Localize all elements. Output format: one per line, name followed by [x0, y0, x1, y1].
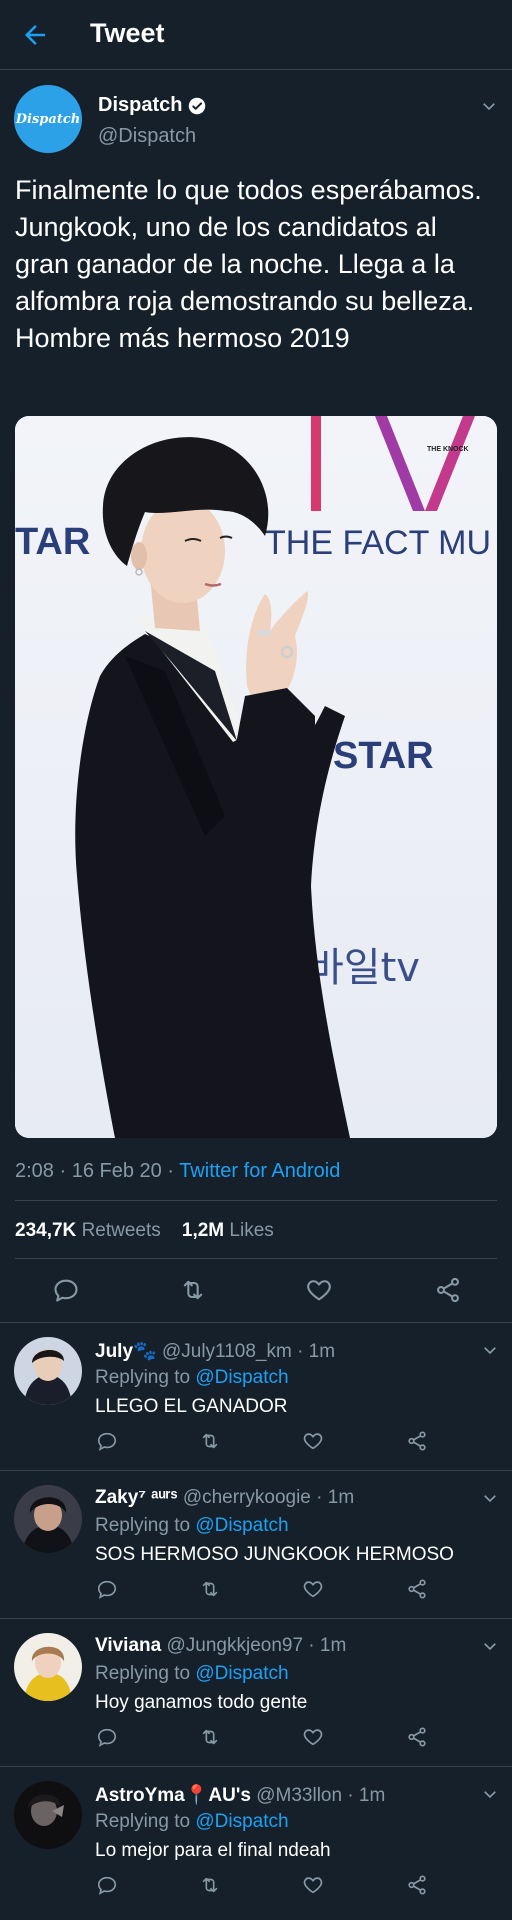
- like-icon[interactable]: [305, 1276, 333, 1304]
- reply-actions: [0, 1430, 512, 1460]
- like-icon[interactable]: [302, 1726, 324, 1748]
- reply-text: Hoy ganamos todo gente: [95, 1692, 308, 1713]
- author-name-text: Dispatch: [98, 94, 183, 116]
- share-icon[interactable]: [406, 1874, 428, 1896]
- like-icon[interactable]: [302, 1874, 324, 1896]
- reply-avatar[interactable]: [14, 1781, 82, 1849]
- reply-author-handle: @M33llon · 1m: [256, 1785, 386, 1806]
- reply-tweet[interactable]: AstroYma📍AU's @M33llon · 1m Replying to …: [0, 1766, 512, 1914]
- likes-count[interactable]: 1,2M: [182, 1220, 224, 1241]
- reply-tweet[interactable]: July🐾 @July1108_km · 1m Replying to @Dis…: [0, 1322, 512, 1470]
- author-avatar[interactable]: Dispatch: [14, 85, 82, 153]
- replying-to-label: Replying to: [95, 1663, 196, 1684]
- page-title: Tweet: [90, 18, 165, 48]
- retweet-icon[interactable]: [199, 1874, 221, 1896]
- tweet-text: Finalmente lo que todos esperábamos. Jun…: [15, 175, 482, 353]
- replying-to-label: Replying to: [95, 1811, 196, 1832]
- chevron-down-icon[interactable]: [480, 97, 498, 115]
- reply-icon[interactable]: [96, 1578, 118, 1600]
- photo-text-fact: THE FACT MU: [265, 524, 491, 562]
- like-icon[interactable]: [302, 1578, 324, 1600]
- author-name[interactable]: Dispatch: [98, 94, 206, 117]
- replying-to: Replying to @Dispatch: [95, 1515, 289, 1537]
- like-icon[interactable]: [302, 1430, 324, 1452]
- chevron-down-icon[interactable]: [481, 1341, 499, 1359]
- divider: [15, 1200, 497, 1201]
- red-carpet-photo: THE KNOCK TAR THE FACT MU STAR 바일tv: [15, 416, 497, 1138]
- replying-to: Replying to @Dispatch: [95, 1367, 289, 1389]
- reply-author-handle: @July1108_km · 1m: [161, 1341, 336, 1362]
- photo-logo: THE KNOCK: [427, 446, 469, 453]
- tweet-source-link[interactable]: Twitter for Android: [179, 1160, 340, 1182]
- replying-to-label: Replying to: [95, 1367, 196, 1388]
- tweet-author[interactable]: Dispatch Dispatch @Dispatch: [14, 85, 498, 155]
- likes-label[interactable]: Likes: [229, 1220, 273, 1241]
- tweet-photo[interactable]: THE KNOCK TAR THE FACT MU STAR 바일tv: [15, 416, 497, 1138]
- share-icon[interactable]: [406, 1430, 428, 1452]
- reply-text: SOS HERMOSO JUNGKOOK HERMOSO: [95, 1544, 454, 1565]
- tweet-stats: 234,7K Retweets 1,2M Likes: [15, 1220, 274, 1242]
- photo-text-korean: 바일tv: [307, 945, 420, 991]
- reply-avatar[interactable]: [14, 1633, 82, 1701]
- reply-icon[interactable]: [96, 1874, 118, 1896]
- reply-header: Zaky⁷ ᵃᵘʳˢ @cherrykoogie · 1m: [95, 1487, 354, 1509]
- retweet-icon[interactable]: [199, 1726, 221, 1748]
- reply-icon[interactable]: [52, 1276, 80, 1304]
- tweet-timestamp: 2:08 · 16 Feb 20 · Twitter for Android: [15, 1160, 340, 1183]
- photo-text-left: TAR: [15, 521, 90, 563]
- replying-to-label: Replying to: [95, 1515, 196, 1536]
- reply-author-name[interactable]: AstroYma📍AU's: [95, 1785, 251, 1806]
- reply-avatar[interactable]: [14, 1337, 82, 1405]
- replying-to: Replying to @Dispatch: [95, 1663, 289, 1685]
- share-icon[interactable]: [434, 1276, 462, 1304]
- replying-to-mention[interactable]: @Dispatch: [195, 1663, 288, 1684]
- share-icon[interactable]: [406, 1726, 428, 1748]
- reply-tweet[interactable]: Viviana @Jungkkjeon97 · 1m Replying to @…: [0, 1618, 512, 1766]
- retweet-icon[interactable]: [179, 1276, 207, 1304]
- reply-actions: [0, 1726, 512, 1756]
- top-bar: Tweet: [0, 0, 512, 70]
- reply-actions: [0, 1578, 512, 1608]
- reply-text: Lo mejor para el final ndeah: [95, 1840, 331, 1861]
- reply-icon[interactable]: [96, 1430, 118, 1452]
- share-icon[interactable]: [406, 1578, 428, 1600]
- chevron-down-icon[interactable]: [481, 1785, 499, 1803]
- retweet-icon[interactable]: [199, 1430, 221, 1452]
- reply-avatar[interactable]: [14, 1485, 82, 1553]
- avatar-logo-text: Dispatch: [15, 111, 81, 127]
- divider: [15, 1258, 497, 1259]
- reply-tweet[interactable]: Zaky⁷ ᵃᵘʳˢ @cherrykoogie · 1m Replying t…: [0, 1470, 512, 1618]
- replying-to-mention[interactable]: @Dispatch: [195, 1811, 288, 1832]
- reply-text: LLEGO EL GANADOR: [95, 1396, 288, 1417]
- photo-text-star: STAR: [333, 735, 434, 777]
- reply-author-name[interactable]: Zaky⁷ ᵃᵘʳˢ: [95, 1487, 178, 1508]
- reply-header: AstroYma📍AU's @M33llon · 1m: [95, 1783, 385, 1807]
- replying-to: Replying to @Dispatch: [95, 1811, 289, 1833]
- replying-to-mention[interactable]: @Dispatch: [195, 1367, 288, 1388]
- retweets-count[interactable]: 234,7K: [15, 1220, 76, 1241]
- tweet-time: 2:08 · 16 Feb 20 ·: [15, 1160, 180, 1182]
- tweet-actions: [0, 1270, 512, 1310]
- back-arrow-icon[interactable]: [20, 20, 50, 50]
- reply-icon[interactable]: [96, 1726, 118, 1748]
- replying-to-mention[interactable]: @Dispatch: [195, 1515, 288, 1536]
- reply-author-name[interactable]: Viviana: [95, 1635, 161, 1656]
- retweets-label[interactable]: Retweets: [82, 1220, 161, 1241]
- reply-header: July🐾 @July1108_km · 1m: [95, 1339, 335, 1363]
- reply-author-handle: @cherrykoogie · 1m: [182, 1487, 355, 1508]
- chevron-down-icon[interactable]: [481, 1489, 499, 1507]
- author-handle: @Dispatch: [98, 125, 197, 147]
- retweet-icon[interactable]: [199, 1578, 221, 1600]
- reply-author-name[interactable]: July🐾: [95, 1341, 157, 1362]
- chevron-down-icon[interactable]: [481, 1637, 499, 1655]
- reply-header: Viviana @Jungkkjeon97 · 1m: [95, 1635, 346, 1657]
- reply-actions: [0, 1874, 512, 1904]
- reply-author-handle: @Jungkkjeon97 · 1m: [166, 1635, 347, 1656]
- verified-icon: [189, 97, 206, 114]
